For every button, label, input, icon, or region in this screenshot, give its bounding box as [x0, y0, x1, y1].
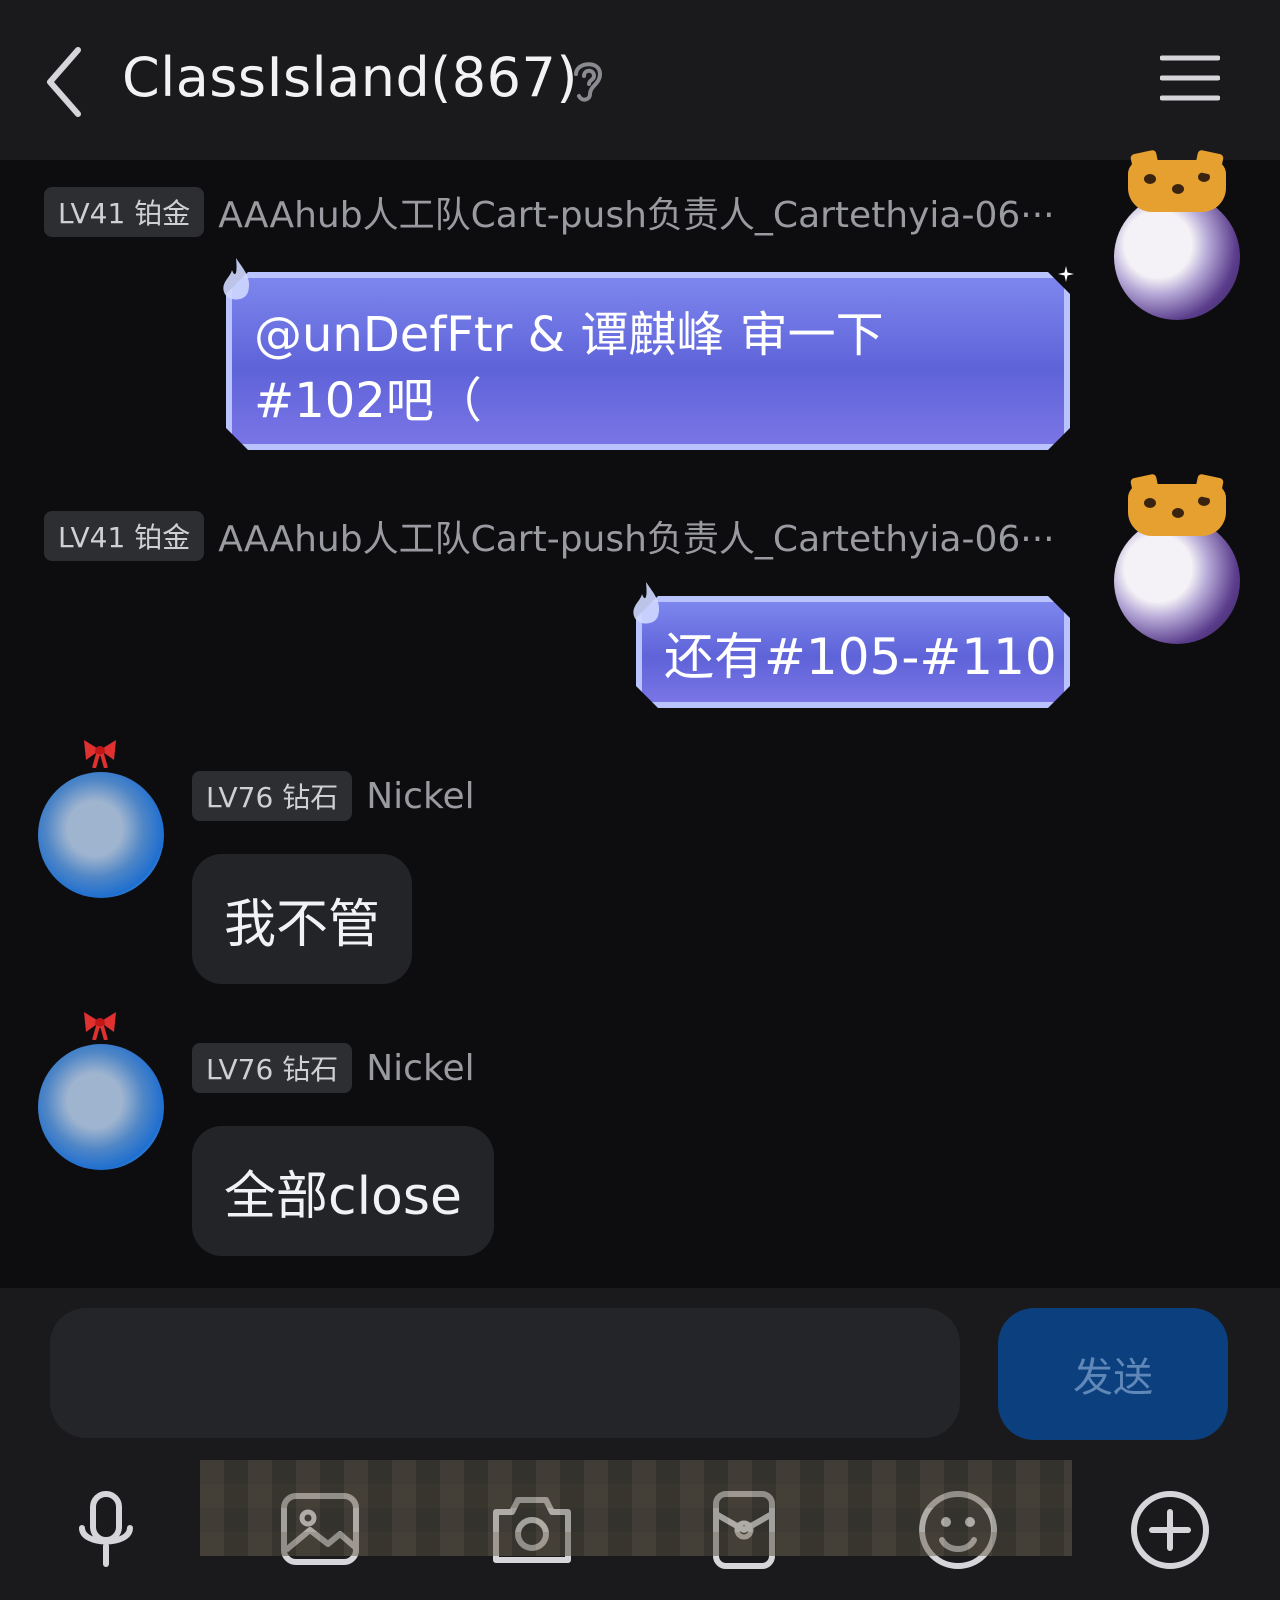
sender-name[interactable]: Nickel	[366, 1048, 474, 1089]
input-bar: 发送	[0, 1288, 1280, 1458]
bow-decoration-icon	[84, 1012, 116, 1040]
message-input[interactable]	[50, 1308, 960, 1438]
level-badge: LV76 钻石	[192, 771, 353, 821]
avatar[interactable]	[1110, 484, 1244, 644]
avatar-image	[1114, 194, 1240, 320]
sparkle-icon	[1058, 266, 1074, 282]
plus-icon	[1131, 1491, 1209, 1569]
menu-button[interactable]	[1159, 52, 1221, 104]
send-button[interactable]: 发送	[998, 1308, 1228, 1440]
message-bubble[interactable]: @unDefFtr & 谭麒峰 审一下 #102吧（	[226, 272, 1070, 450]
chat-header: ClassIsland(867)	[0, 0, 1280, 160]
message-text-line: @unDefFtr & 谭麒峰 审一下	[254, 307, 884, 363]
ear-mode-icon[interactable]	[568, 56, 608, 104]
group-title: ClassIsland(867)	[122, 46, 578, 109]
message-text: 还有#105-#110	[664, 628, 1057, 686]
level-badge: LV41 铂金	[44, 187, 205, 237]
sender-name[interactable]: AAAhub人工队Cart-push负责人_Cartethyia-06···	[218, 186, 1054, 238]
level-badge: LV76 钻石	[192, 1043, 353, 1093]
leopard-hat-decoration	[1128, 160, 1226, 212]
avatar[interactable]	[34, 738, 168, 898]
back-button[interactable]	[40, 42, 92, 122]
message-bubble[interactable]: 我不管	[192, 854, 413, 984]
avatar-image	[1114, 518, 1240, 644]
sender-name[interactable]: Nickel	[366, 776, 474, 817]
hamburger-menu-icon	[1159, 55, 1221, 101]
pixelated-overlay	[200, 1460, 1072, 1556]
message-bubble[interactable]: 还有#105-#110	[636, 596, 1070, 708]
back-arrow-icon	[47, 47, 81, 117]
bow-decoration-icon	[84, 740, 116, 768]
level-badge: LV41 铂金	[44, 511, 205, 561]
message-meta: LV76 钻石 Nickel	[192, 770, 475, 822]
avatar[interactable]	[34, 1010, 168, 1170]
microphone-button[interactable]	[56, 1480, 156, 1580]
flame-icon	[633, 582, 660, 624]
sender-name[interactable]: AAAhub人工队Cart-push负责人_Cartethyia-06···	[218, 510, 1054, 562]
avatar[interactable]	[1110, 160, 1244, 320]
message-text: 我不管	[224, 894, 381, 955]
leopard-hat-decoration	[1128, 484, 1226, 536]
avatar-image	[38, 1044, 164, 1170]
message-text-line: #102吧（	[254, 373, 482, 429]
avatar-image	[38, 772, 164, 898]
message-bubble[interactable]: 全部close	[192, 1126, 494, 1256]
message-meta: LV41 铂金 AAAhub人工队Cart-push负责人_Cartethyia…	[44, 510, 1074, 562]
chat-screen: ClassIsland(867) LV41 铂金 AAAhub人工队Cart-p…	[0, 0, 1280, 1600]
message-meta: LV41 铂金 AAAhub人工队Cart-push负责人_Cartethyia…	[44, 186, 1074, 238]
message-text: 全部close	[224, 1166, 462, 1227]
microphone-icon	[79, 1491, 133, 1567]
message-meta: LV76 钻石 Nickel	[192, 1042, 475, 1094]
more-button[interactable]	[1120, 1480, 1220, 1580]
flame-icon	[223, 258, 250, 300]
